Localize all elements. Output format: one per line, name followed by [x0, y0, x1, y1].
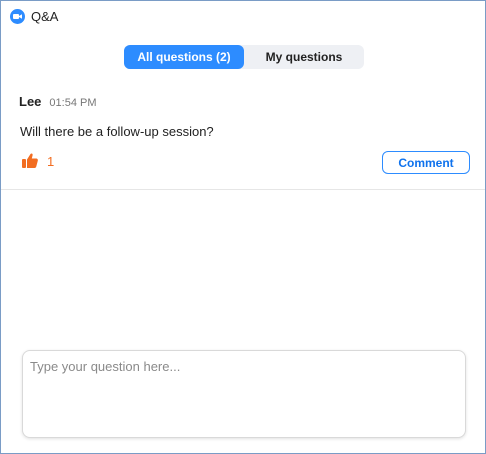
- title-bar: Q&A: [1, 1, 485, 31]
- qa-window: Q&A All questions (2) My questions Lee 0…: [0, 0, 486, 454]
- question-input-box: [22, 350, 466, 438]
- question-filter-tabs: All questions (2) My questions: [124, 45, 364, 69]
- question-input[interactable]: [23, 351, 465, 437]
- window-title: Q&A: [31, 8, 59, 24]
- comment-button[interactable]: Comment: [382, 151, 470, 174]
- like-button[interactable]: 1: [21, 152, 54, 170]
- tab-my-questions[interactable]: My questions: [244, 45, 364, 69]
- like-count: 1: [47, 153, 55, 169]
- question-item: Lee 01:54 PM Will there be a follow-up s…: [1, 87, 485, 190]
- tab-all-questions[interactable]: All questions (2): [124, 45, 244, 69]
- question-author: Lee: [19, 94, 42, 109]
- question-text: Will there be a follow-up session?: [20, 124, 214, 139]
- zoom-camera-icon: [10, 8, 25, 24]
- question-timestamp: 01:54 PM: [49, 97, 97, 109]
- thumbs-up-icon: [21, 152, 39, 170]
- question-header: Lee 01:54 PM: [19, 94, 97, 109]
